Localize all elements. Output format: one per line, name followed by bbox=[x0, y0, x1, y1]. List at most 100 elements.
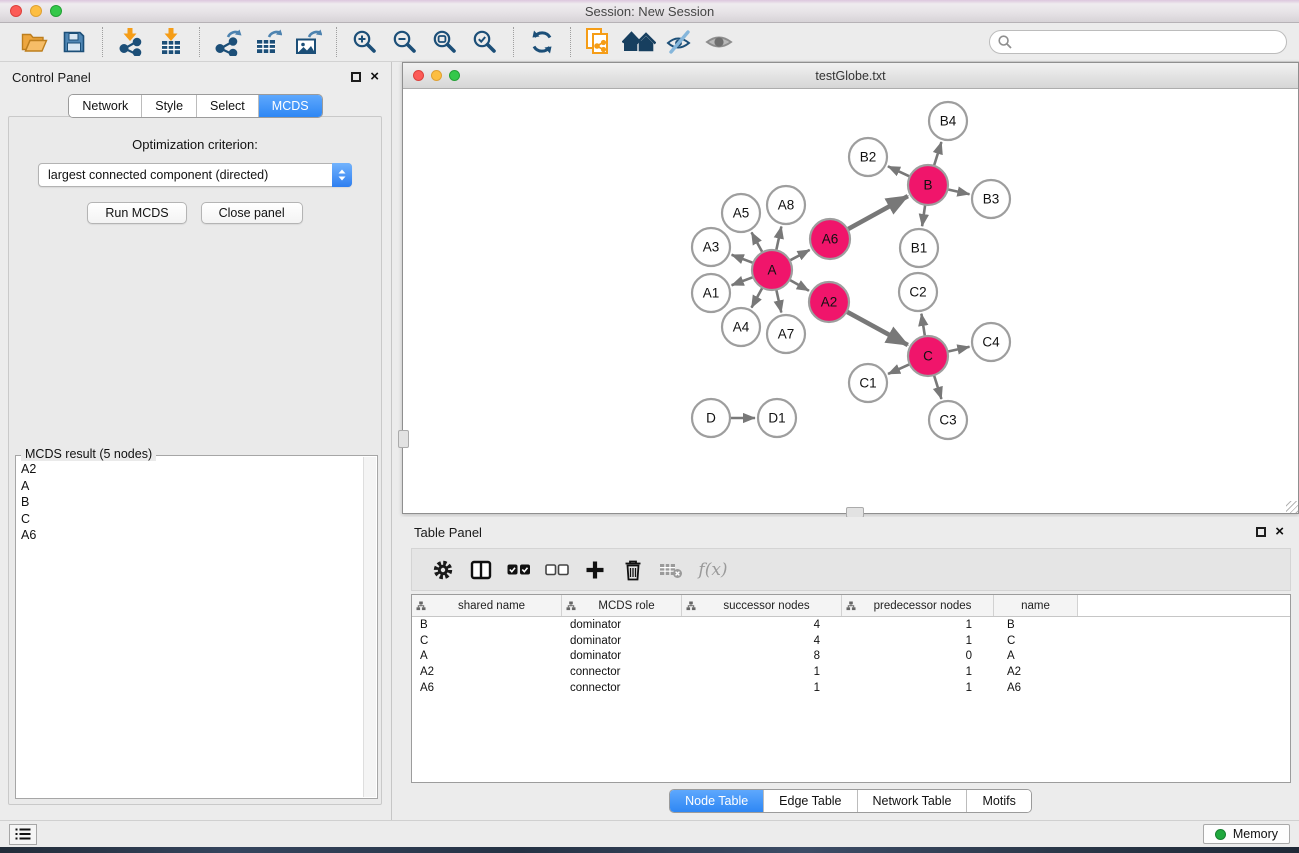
cell-name[interactable]: A2 bbox=[994, 666, 1078, 678]
table-row[interactable]: Cdominator41C bbox=[412, 633, 1290, 649]
close-panel-button[interactable]: Close panel bbox=[201, 202, 303, 224]
cell-successor-nodes[interactable]: 8 bbox=[682, 650, 842, 662]
cell-name[interactable]: A6 bbox=[994, 682, 1078, 694]
window-resize-grip[interactable] bbox=[1286, 501, 1298, 513]
tab-edge-table[interactable]: Edge Table bbox=[764, 790, 857, 812]
tab-motifs[interactable]: Motifs bbox=[967, 790, 1030, 812]
edge-B-B1[interactable] bbox=[922, 205, 925, 226]
cell-successor-nodes[interactable]: 4 bbox=[682, 635, 842, 647]
cell-predecessor-nodes[interactable]: 1 bbox=[842, 682, 994, 694]
result-item[interactable]: A6 bbox=[21, 527, 364, 544]
first-neighbors-button[interactable] bbox=[621, 26, 657, 58]
zoom-selected-button[interactable] bbox=[467, 26, 503, 58]
table-settings-button[interactable] bbox=[424, 553, 462, 587]
tab-network[interactable]: Network bbox=[69, 95, 142, 117]
result-item[interactable]: A2 bbox=[21, 461, 364, 478]
edge-A-A1[interactable] bbox=[732, 277, 754, 285]
edge-A-A3[interactable] bbox=[732, 255, 754, 263]
cell-name[interactable]: C bbox=[994, 635, 1078, 647]
edge-C-C4[interactable] bbox=[948, 347, 970, 352]
tab-network-table[interactable]: Network Table bbox=[858, 790, 968, 812]
refresh-layout-button[interactable] bbox=[524, 26, 560, 58]
network-from-selection-button[interactable] bbox=[581, 26, 617, 58]
result-item[interactable]: B bbox=[21, 494, 364, 511]
cell-name[interactable]: B bbox=[994, 619, 1078, 631]
zoom-fit-button[interactable] bbox=[427, 26, 463, 58]
task-history-button[interactable] bbox=[9, 824, 37, 845]
edge-A-A4[interactable] bbox=[752, 288, 763, 308]
column-header-predecessor-nodes[interactable]: predecessor nodes bbox=[842, 595, 994, 616]
minimize-window-button[interactable] bbox=[431, 70, 442, 81]
cell-predecessor-nodes[interactable]: 0 bbox=[842, 650, 994, 662]
cell-MCDS-role[interactable]: connector bbox=[562, 666, 682, 678]
select-all-button[interactable] bbox=[500, 553, 538, 587]
window-left-grip[interactable] bbox=[398, 430, 409, 448]
cell-shared-name[interactable]: A bbox=[412, 650, 562, 662]
tab-mcds[interactable]: MCDS bbox=[259, 95, 322, 117]
cell-MCDS-role[interactable]: connector bbox=[562, 682, 682, 694]
column-header-successor-nodes[interactable]: successor nodes bbox=[682, 595, 842, 616]
float-panel-icon[interactable] bbox=[1256, 527, 1266, 537]
export-image-button[interactable] bbox=[290, 26, 326, 58]
optimization-criterion-dropdown[interactable]: largest connected component (directed) bbox=[38, 163, 352, 187]
edge-A-A2[interactable] bbox=[789, 280, 809, 291]
result-item[interactable]: C bbox=[21, 511, 364, 528]
edge-C-C3[interactable] bbox=[934, 375, 941, 399]
add-column-button[interactable] bbox=[576, 553, 614, 587]
edge-A-A6[interactable] bbox=[790, 250, 810, 261]
import-network-button[interactable] bbox=[113, 26, 149, 58]
edge-B-B4[interactable] bbox=[934, 142, 941, 166]
memory-button[interactable]: Memory bbox=[1203, 824, 1290, 844]
import-table-button[interactable] bbox=[153, 26, 189, 58]
cell-shared-name[interactable]: C bbox=[412, 635, 562, 647]
cell-predecessor-nodes[interactable]: 1 bbox=[842, 619, 994, 631]
minimize-window-button[interactable] bbox=[30, 5, 42, 17]
cell-successor-nodes[interactable]: 4 bbox=[682, 619, 842, 631]
tab-node-table[interactable]: Node Table bbox=[670, 790, 764, 812]
cell-shared-name[interactable]: A2 bbox=[412, 666, 562, 678]
edge-B-B3[interactable] bbox=[948, 189, 970, 194]
edge-A-A7[interactable] bbox=[776, 290, 781, 313]
network-canvas[interactable]: B4B2BB3A5A8A6A3B1AA1C2A2A4A7C4CC1C3DD1 bbox=[403, 89, 1298, 513]
table-row[interactable]: Adominator80A bbox=[412, 649, 1290, 665]
maximize-window-button[interactable] bbox=[50, 5, 62, 17]
maximize-window-button[interactable] bbox=[449, 70, 460, 81]
column-header-shared-name[interactable]: shared name bbox=[412, 595, 562, 616]
cell-MCDS-role[interactable]: dominator bbox=[562, 635, 682, 647]
search-input[interactable] bbox=[989, 30, 1287, 54]
cell-MCDS-role[interactable]: dominator bbox=[562, 650, 682, 662]
cell-predecessor-nodes[interactable]: 1 bbox=[842, 666, 994, 678]
tab-style[interactable]: Style bbox=[142, 95, 197, 117]
deselect-all-button[interactable] bbox=[538, 553, 576, 587]
column-header-MCDS-role[interactable]: MCDS role bbox=[562, 595, 682, 616]
run-mcds-button[interactable]: Run MCDS bbox=[87, 202, 186, 224]
table-row[interactable]: A6connector11A6 bbox=[412, 680, 1290, 696]
edge-A2-C[interactable] bbox=[847, 312, 908, 345]
cell-successor-nodes[interactable]: 1 bbox=[682, 666, 842, 678]
open-session-button[interactable] bbox=[16, 26, 52, 58]
cell-successor-nodes[interactable]: 1 bbox=[682, 682, 842, 694]
cell-MCDS-role[interactable]: dominator bbox=[562, 619, 682, 631]
close-window-button[interactable] bbox=[10, 5, 22, 17]
close-panel-icon[interactable]: × bbox=[1275, 527, 1284, 537]
result-scrollbar[interactable] bbox=[363, 457, 376, 797]
edge-C-C2[interactable] bbox=[921, 314, 925, 337]
export-network-button[interactable] bbox=[210, 26, 246, 58]
delete-column-button[interactable] bbox=[614, 553, 652, 587]
table-row[interactable]: A2connector11A2 bbox=[412, 664, 1290, 680]
edge-B-B2[interactable] bbox=[888, 166, 910, 176]
close-panel-icon[interactable]: × bbox=[370, 72, 379, 82]
cell-shared-name[interactable]: B bbox=[412, 619, 562, 631]
column-header-name[interactable]: name bbox=[994, 595, 1078, 616]
zoom-in-button[interactable] bbox=[347, 26, 383, 58]
edge-C-C1[interactable] bbox=[888, 364, 910, 374]
tab-select[interactable]: Select bbox=[197, 95, 259, 117]
hide-selected-button[interactable] bbox=[661, 26, 697, 58]
edge-A-A5[interactable] bbox=[752, 232, 763, 252]
zoom-out-button[interactable] bbox=[387, 26, 423, 58]
close-window-button[interactable] bbox=[413, 70, 424, 81]
export-table-button[interactable] bbox=[250, 26, 286, 58]
float-panel-icon[interactable] bbox=[351, 72, 361, 82]
edge-A6-B[interactable] bbox=[848, 196, 908, 229]
edge-A-A8[interactable] bbox=[776, 227, 781, 251]
